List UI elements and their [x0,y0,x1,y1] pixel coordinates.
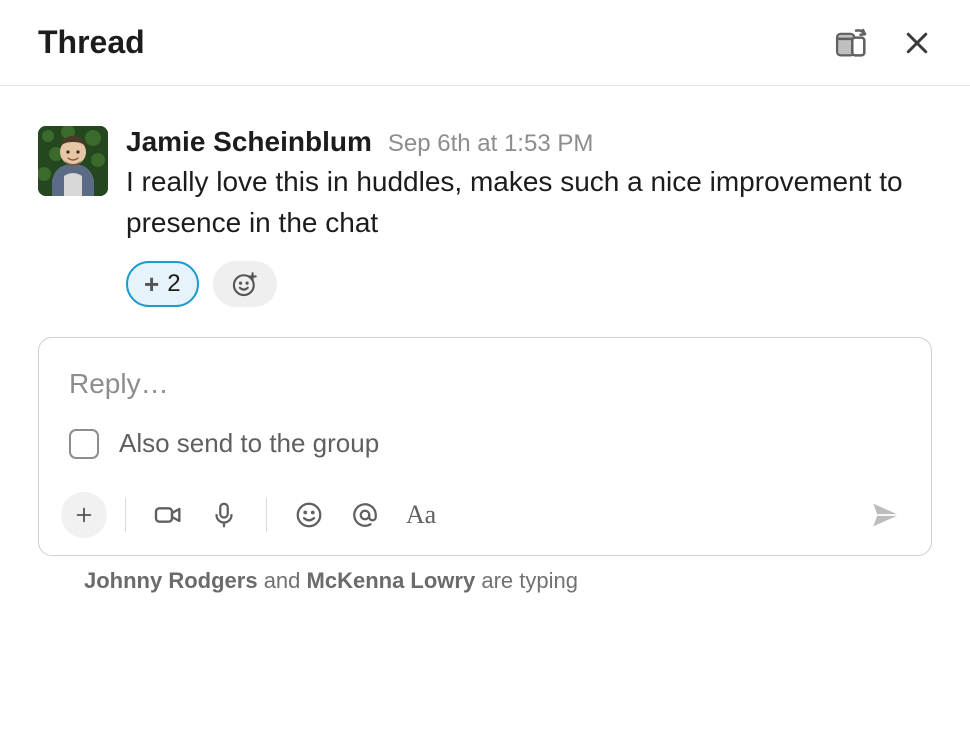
typing-indicator: Johnny Rodgers and McKenna Lowry are typ… [38,556,932,594]
message-reactions: + 2 [126,261,932,307]
reply-input[interactable] [39,338,931,418]
video-button[interactable] [144,491,192,539]
typing-suffix: are typing [475,568,578,593]
formatting-icon: Aa [406,500,436,530]
formatting-button[interactable]: Aa [397,491,445,539]
emoji-icon [294,500,324,530]
thread-header: Thread [0,0,970,86]
send-button[interactable] [863,492,909,538]
thread-title: Thread [38,24,832,61]
message-body: Jamie Scheinblum Sep 6th at 1:53 PM I re… [126,126,932,307]
reaction-count-pill[interactable]: + 2 [126,261,199,307]
add-reaction-button[interactable] [213,261,277,307]
toolbar-divider [125,498,126,532]
message-header: Jamie Scheinblum Sep 6th at 1:53 PM [126,126,932,158]
typing-user-1: Johnny Rodgers [84,568,258,593]
mention-button[interactable] [341,491,389,539]
also-send-row: Also send to the group [39,418,931,479]
reaction-count: 2 [167,270,180,298]
audio-button[interactable] [200,491,248,539]
composer-toolbar: Aa [39,479,931,555]
mention-icon [350,500,380,530]
microphone-icon [209,500,239,530]
add-emoji-icon [231,270,259,298]
author-avatar[interactable] [38,126,108,196]
video-icon [152,499,184,531]
open-in-window-button[interactable] [832,24,870,62]
open-window-icon [832,24,870,62]
close-button[interactable] [902,28,932,58]
emoji-button[interactable] [285,491,333,539]
also-send-label: Also send to the group [119,428,379,459]
also-send-checkbox[interactable] [69,429,99,459]
composer-container: Also send to the group [0,307,970,594]
plus-icon: + [144,271,159,297]
typing-user-2: McKenna Lowry [307,568,476,593]
close-icon [902,28,932,58]
send-icon [869,498,903,532]
reply-composer: Also send to the group [38,337,932,556]
toolbar-divider [266,498,267,532]
header-actions [832,24,932,62]
attach-button[interactable] [61,492,107,538]
message-author[interactable]: Jamie Scheinblum [126,126,372,158]
message-timestamp: Sep 6th at 1:53 PM [388,130,593,158]
plus-icon [73,504,95,526]
message-text: I really love this in huddles, makes suc… [126,162,932,243]
thread-message: Jamie Scheinblum Sep 6th at 1:53 PM I re… [0,86,970,307]
